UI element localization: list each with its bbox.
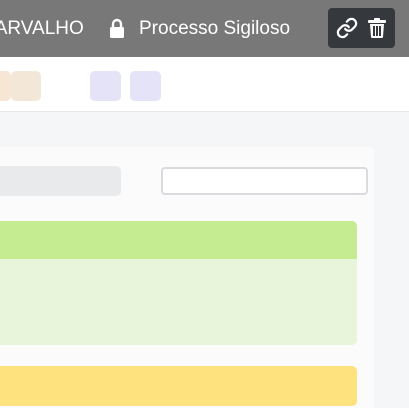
toolbar	[0, 57, 409, 112]
placeholder-field	[0, 166, 121, 196]
search-input[interactable]	[161, 167, 368, 195]
yellow-section-header[interactable]	[0, 366, 357, 406]
green-section-body	[0, 259, 357, 345]
process-header: CARVALHO Processo Sigiloso	[0, 0, 409, 57]
trash-icon	[368, 18, 386, 38]
link-icon	[336, 17, 358, 39]
header-action-group	[328, 8, 395, 48]
copy-link-button[interactable]	[331, 8, 363, 48]
toolbar-chip[interactable]	[0, 71, 11, 101]
client-name: CARVALHO	[0, 18, 84, 39]
toolbar-chip[interactable]	[130, 71, 161, 101]
green-section-header[interactable]	[0, 221, 357, 259]
confidential-process-label: Processo Sigiloso	[139, 18, 291, 39]
delete-button[interactable]	[361, 8, 393, 48]
toolbar-chip[interactable]	[11, 71, 41, 101]
toolbar-chip[interactable]	[90, 71, 121, 101]
lock-icon	[110, 18, 124, 38]
